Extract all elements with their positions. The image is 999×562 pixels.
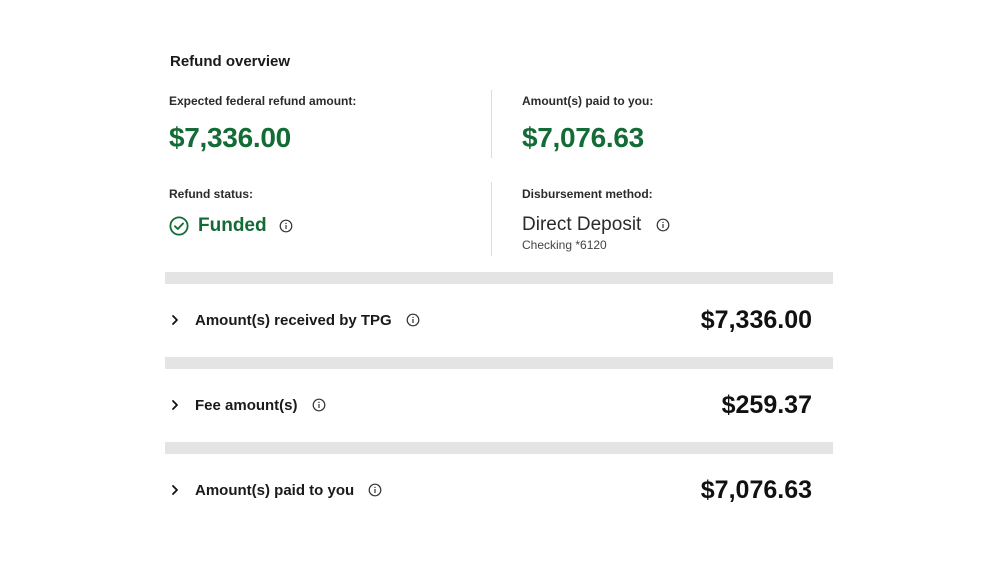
disbursement-value: Direct Deposit: [522, 214, 642, 235]
row-amount: $259.37: [721, 390, 812, 419]
disbursement-method: Direct Deposit: [522, 214, 670, 236]
info-icon[interactable]: [312, 398, 326, 412]
expected-refund-value: $7,336.00: [169, 122, 291, 153]
row-label: Amount(s) paid to you: [195, 481, 355, 499]
row-amount: $7,076.63: [700, 475, 812, 504]
vertical-divider: [491, 90, 492, 158]
section-divider: [165, 442, 833, 454]
chevron-right-icon[interactable]: [170, 399, 180, 411]
expected-refund-label: Expected federal refund amount:: [169, 94, 357, 108]
section-divider: [165, 272, 833, 284]
amount-paid-value: $7,076.63: [522, 122, 644, 153]
refund-status-value: Funded: [198, 215, 267, 236]
amount-paid-block: Amount(s) paid to you: $7,076.63: [522, 94, 653, 154]
amount-paid-label: Amount(s) paid to you:: [522, 94, 654, 108]
chevron-right-icon[interactable]: [170, 484, 180, 496]
row-label: Amount(s) received by TPG: [195, 311, 392, 329]
refund-status-label: Refund status:: [169, 187, 253, 201]
vertical-divider: [491, 182, 492, 256]
row-received-by-tpg[interactable]: Amount(s) received by TPG $7,336.00: [165, 290, 833, 350]
check-circle-icon: [169, 216, 189, 236]
row-fee-amounts[interactable]: Fee amount(s) $259.37: [165, 375, 833, 435]
refund-overview-heading: Refund overview: [170, 53, 291, 70]
section-divider: [165, 357, 833, 369]
disbursement-block: Disbursement method: Direct Deposit Chec…: [522, 187, 670, 252]
refund-status: Funded: [169, 215, 293, 237]
info-icon[interactable]: [656, 218, 670, 232]
expected-refund-block: Expected federal refund amount: $7,336.0…: [169, 94, 356, 154]
refund-status-block: Refund status: Funded: [169, 187, 293, 237]
disbursement-label: Disbursement method:: [522, 187, 653, 201]
row-amount-paid[interactable]: Amount(s) paid to you $7,076.63: [165, 460, 833, 520]
disbursement-account: Checking *6120: [522, 238, 607, 252]
row-label: Fee amount(s): [195, 396, 298, 414]
chevron-right-icon[interactable]: [170, 314, 180, 326]
row-amount: $7,336.00: [700, 305, 812, 334]
info-icon[interactable]: [279, 219, 293, 233]
info-icon[interactable]: [406, 313, 420, 327]
info-icon[interactable]: [368, 483, 382, 497]
